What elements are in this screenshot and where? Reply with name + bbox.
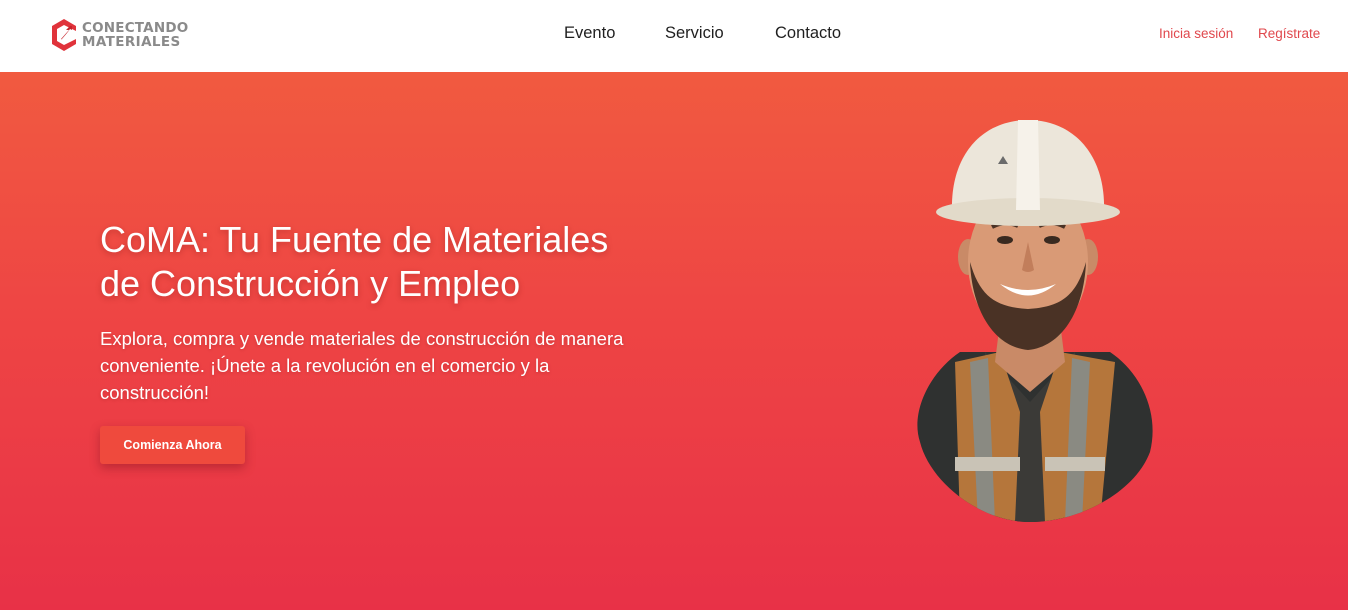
hero-title-line2: de Construcción y Empleo bbox=[100, 263, 521, 304]
nav-item-servicio[interactable]: Servicio bbox=[665, 24, 724, 43]
nav-item-contacto[interactable]: Contacto bbox=[775, 24, 841, 43]
coma-logo-icon bbox=[52, 19, 76, 51]
brand-name-line1: CONECTANDO bbox=[82, 20, 189, 36]
hero-title: CoMA: Tu Fuente de Materiales de Constru… bbox=[100, 218, 700, 306]
construction-worker-illustration bbox=[917, 120, 1153, 522]
signup-link[interactable]: Regístrate bbox=[1258, 26, 1320, 41]
brand-name-line2: MATERIALES bbox=[82, 34, 181, 50]
brand-logo[interactable]: CONECTANDO MATERIALES bbox=[50, 17, 188, 53]
nav-item-evento[interactable]: Evento bbox=[564, 24, 615, 43]
hero-subtitle: Explora, compra y vende materiales de co… bbox=[100, 328, 624, 403]
get-started-button[interactable]: Comienza Ahora bbox=[100, 426, 245, 464]
login-link[interactable]: Inicia sesión bbox=[1159, 26, 1233, 41]
top-navbar: CONECTANDO MATERIALES Evento Servicio Co… bbox=[0, 0, 1348, 72]
hero-title-line1: CoMA: Tu Fuente de Materiales bbox=[100, 219, 609, 260]
main-nav: Evento Servicio Contacto bbox=[0, 24, 1348, 48]
hero-section: CoMA: Tu Fuente de Materiales de Constru… bbox=[0, 72, 1348, 610]
